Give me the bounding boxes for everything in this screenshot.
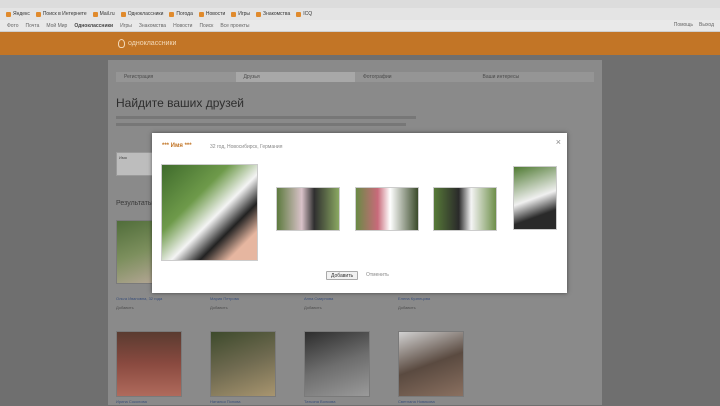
photo-thumbnail[interactable] xyxy=(355,187,419,231)
add-friend-button[interactable]: Добавить xyxy=(326,271,359,280)
photo-thumbnail[interactable] xyxy=(513,166,557,230)
photo-thumbnail[interactable] xyxy=(276,187,340,231)
modal-overlay[interactable]: *** Имя *** 32 год, Новосибирск, Германи… xyxy=(0,0,720,405)
close-icon[interactable]: × xyxy=(556,137,561,147)
cancel-link[interactable]: Отменить xyxy=(366,272,389,278)
photo-thumbnail[interactable] xyxy=(433,187,497,231)
modal-user-meta: 32 год, Новосибирск, Германия xyxy=(210,144,283,150)
main-photo[interactable] xyxy=(161,164,258,261)
friend-photos-modal: *** Имя *** 32 год, Новосибирск, Германи… xyxy=(152,133,567,293)
modal-user-name[interactable]: *** Имя *** xyxy=(162,143,192,149)
